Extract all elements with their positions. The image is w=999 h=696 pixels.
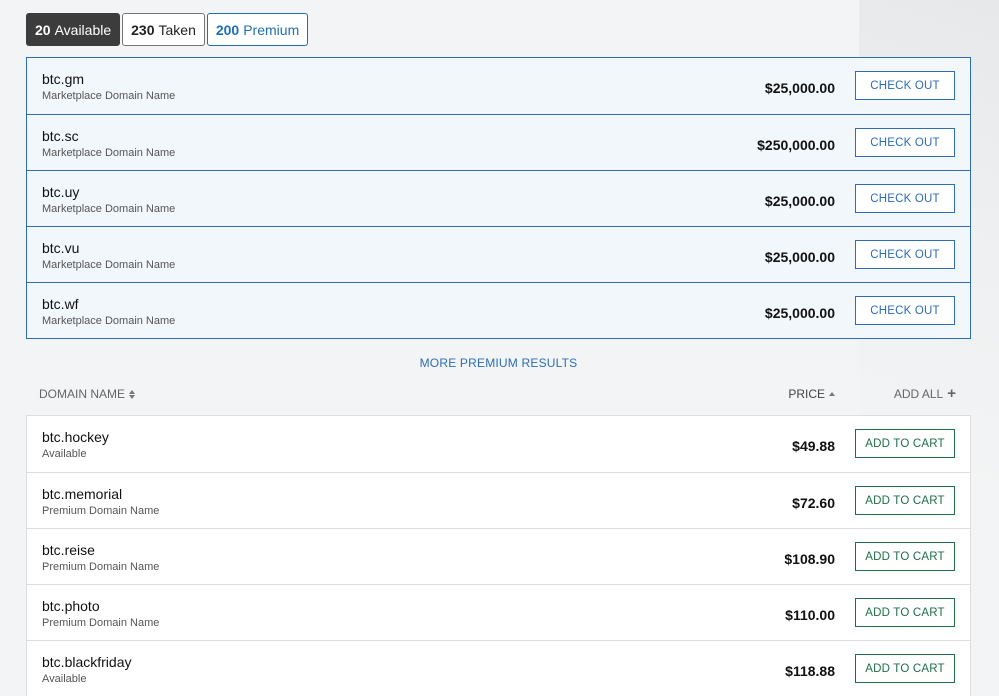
- column-label: PRICE: [788, 387, 825, 401]
- domain-name: btc.blackfriday: [42, 654, 132, 670]
- domain-type: Marketplace Domain Name: [42, 90, 176, 102]
- check-out-button[interactable]: CHECK OUT: [855, 71, 955, 100]
- domain-price: $118.88: [785, 663, 835, 679]
- domain-price: $49.88: [792, 438, 835, 454]
- domain-type: Premium Domain Name: [42, 617, 160, 629]
- more-premium-results-link[interactable]: MORE PREMIUM RESULTS: [26, 356, 971, 370]
- domain-type: Marketplace Domain Name: [42, 203, 176, 215]
- premium-result-row: btc.wf Marketplace Domain Name $25,000.0…: [27, 282, 970, 338]
- search-results: 20 Available 230 Taken 200 Premium btc.g…: [26, 13, 971, 696]
- check-out-button[interactable]: CHECK OUT: [855, 296, 955, 325]
- domain-price: $72.60: [792, 495, 835, 511]
- domain-name: btc.vu: [42, 240, 80, 256]
- domain-type: Premium Domain Name: [42, 505, 160, 517]
- sort-by-domain-name[interactable]: DOMAIN NAME: [39, 387, 136, 401]
- domain-type: Marketplace Domain Name: [42, 315, 176, 327]
- domain-name: btc.uy: [42, 184, 80, 200]
- premium-result-row: btc.sc Marketplace Domain Name $250,000.…: [27, 114, 970, 170]
- tab-label: Premium: [243, 21, 300, 38]
- tab-count: 230: [131, 21, 155, 38]
- domain-price: $25,000.00: [764, 305, 835, 321]
- sort-by-price[interactable]: PRICE: [788, 387, 835, 401]
- add-to-cart-button[interactable]: ADD TO CART: [855, 429, 955, 458]
- sort-ascending-icon: [829, 392, 835, 396]
- domain-name: btc.sc: [42, 128, 79, 144]
- add-to-cart-button[interactable]: ADD TO CART: [855, 542, 955, 571]
- add-to-cart-button[interactable]: ADD TO CART: [855, 486, 955, 515]
- domain-name: btc.hockey: [42, 429, 109, 445]
- domain-price: $25,000.00: [764, 249, 835, 265]
- tab-label: Available: [54, 21, 112, 38]
- plus-icon: +: [947, 385, 956, 402]
- tab-count: 20: [35, 21, 51, 38]
- domain-type: Premium Domain Name: [42, 561, 160, 573]
- domain-name: btc.reise: [42, 542, 95, 558]
- result-filter-tabs: 20 Available 230 Taken 200 Premium: [26, 13, 971, 46]
- domain-price: $25,000.00: [764, 193, 835, 209]
- domain-name: btc.memorial: [42, 486, 123, 502]
- tab-label: Taken: [158, 21, 196, 38]
- add-all-button[interactable]: ADD ALL +: [893, 385, 956, 402]
- add-to-cart-button[interactable]: ADD TO CART: [855, 654, 955, 683]
- premium-result-row: btc.uy Marketplace Domain Name $25,000.0…: [27, 170, 970, 226]
- result-row: btc.photo Premium Domain Name $110.00 AD…: [27, 584, 970, 640]
- domain-type: Marketplace Domain Name: [42, 259, 176, 271]
- premium-results-list: btc.gm Marketplace Domain Name $25,000.0…: [26, 57, 971, 339]
- check-out-button[interactable]: CHECK OUT: [855, 128, 955, 157]
- premium-result-row: btc.vu Marketplace Domain Name $25,000.0…: [27, 226, 970, 282]
- tab-taken[interactable]: 230 Taken: [122, 13, 205, 46]
- column-label: DOMAIN NAME: [39, 387, 126, 401]
- domain-price: $250,000.00: [757, 137, 835, 153]
- check-out-button[interactable]: CHECK OUT: [855, 184, 955, 213]
- add-to-cart-button[interactable]: ADD TO CART: [855, 598, 955, 627]
- sort-both-icon: [129, 389, 136, 399]
- results-column-header: DOMAIN NAME PRICE ADD ALL +: [26, 379, 971, 415]
- check-out-button[interactable]: CHECK OUT: [855, 240, 955, 269]
- premium-result-row: btc.gm Marketplace Domain Name $25,000.0…: [27, 58, 970, 114]
- domain-type: Marketplace Domain Name: [42, 147, 176, 159]
- result-row: btc.memorial Premium Domain Name $72.60 …: [27, 472, 970, 528]
- domain-name: btc.gm: [42, 71, 85, 87]
- tab-available[interactable]: 20 Available: [26, 13, 121, 46]
- domain-type: Available: [42, 448, 87, 460]
- tab-premium[interactable]: 200 Premium: [206, 13, 309, 46]
- column-label: ADD ALL: [893, 387, 944, 401]
- tab-count: 200: [215, 21, 240, 38]
- domain-name: btc.photo: [42, 598, 100, 614]
- domain-name: btc.wf: [42, 296, 79, 312]
- result-row: btc.blackfriday Available $118.88 ADD TO…: [27, 640, 970, 696]
- result-row: btc.reise Premium Domain Name $108.90 AD…: [27, 528, 970, 584]
- domain-price: $110.00: [785, 607, 835, 623]
- domain-results-list: btc.hockey Available $49.88 ADD TO CART …: [26, 415, 971, 696]
- domain-price: $108.90: [784, 551, 835, 567]
- result-row: btc.hockey Available $49.88 ADD TO CART: [27, 416, 970, 472]
- domain-price: $25,000.00: [764, 80, 835, 96]
- domain-type: Available: [42, 673, 87, 685]
